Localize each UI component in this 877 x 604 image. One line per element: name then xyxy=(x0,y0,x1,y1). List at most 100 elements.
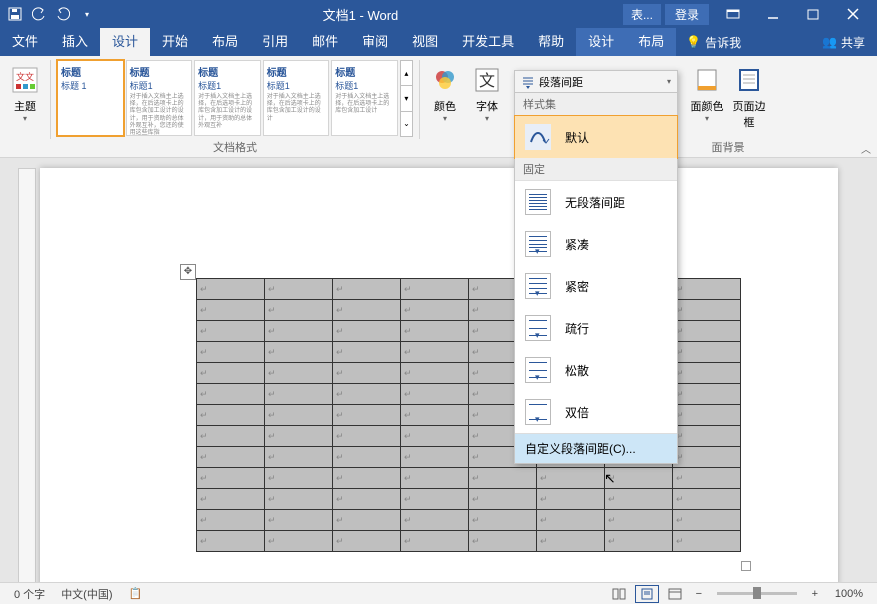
table-cell[interactable]: ↵ xyxy=(401,384,469,405)
spacing-default[interactable]: 默认 xyxy=(514,115,678,159)
table-cell[interactable]: ↵ xyxy=(469,531,537,552)
table-cell[interactable]: ↵ xyxy=(333,342,401,363)
table-cell[interactable]: ↵ xyxy=(197,342,265,363)
table-cell[interactable]: ↵ xyxy=(401,510,469,531)
style-gallery[interactable]: 标题 标题 1 标题 标题1 对于插入文档主上选择，在后选项卡上的库包含加工设计… xyxy=(57,60,413,136)
table-cell[interactable]: ↵ xyxy=(469,489,537,510)
gallery-scroll-down[interactable]: ▾ xyxy=(400,85,413,111)
table-cell[interactable]: ↵ xyxy=(673,489,741,510)
table-cell[interactable]: ↵ xyxy=(673,447,741,468)
tab-home[interactable]: 开始 xyxy=(150,28,200,56)
spacing-relaxed[interactable]: ▾ 松散 xyxy=(515,349,677,391)
gallery-scroll-up[interactable]: ▴ xyxy=(400,60,413,86)
table-cell[interactable]: ↵ xyxy=(401,489,469,510)
table-cell[interactable]: ↵ xyxy=(197,384,265,405)
table-cell[interactable]: ↵ xyxy=(401,405,469,426)
minimize-button[interactable] xyxy=(753,0,793,28)
table-cell[interactable]: ↵ xyxy=(265,405,333,426)
table-cell[interactable]: ↵ xyxy=(197,405,265,426)
spacing-double[interactable]: ▾ 双倍 xyxy=(515,391,677,433)
zoom-level[interactable]: 100% xyxy=(827,588,871,600)
table-cell[interactable]: ↵ xyxy=(197,468,265,489)
tab-view[interactable]: 视图 xyxy=(400,28,450,56)
table-cell[interactable]: ↵ xyxy=(333,426,401,447)
language-status[interactable]: 中文(中国) xyxy=(53,586,120,602)
table-cell[interactable]: ↵ xyxy=(333,363,401,384)
table-cell[interactable]: ↵ xyxy=(265,531,333,552)
table-cell[interactable]: ↵ xyxy=(537,531,605,552)
page[interactable]: ✥ ↵↵↵↵↵↵↵↵↵↵↵↵↵↵↵↵↵↵↵↵↵↵↵↵↵↵↵↵↵↵↵↵↵↵↵↵↵↵… xyxy=(40,168,838,582)
table-cell[interactable]: ↵ xyxy=(605,489,673,510)
table-cell[interactable]: ↵ xyxy=(401,447,469,468)
share-button[interactable]: 👥 共享 xyxy=(810,34,877,51)
maximize-button[interactable] xyxy=(793,0,833,28)
tab-developer[interactable]: 开发工具 xyxy=(450,28,526,56)
table-cell[interactable]: ↵ xyxy=(333,510,401,531)
view-print-layout[interactable] xyxy=(635,585,659,603)
zoom-slider-thumb[interactable] xyxy=(753,587,761,599)
tell-me-search[interactable]: 💡 告诉我 xyxy=(676,34,751,51)
word-count[interactable]: 0 个字 xyxy=(6,586,53,602)
table-cell[interactable]: ↵ xyxy=(673,363,741,384)
table-cell[interactable]: ↵ xyxy=(197,321,265,342)
table-cell[interactable]: ↵ xyxy=(401,321,469,342)
ribbon-display-options[interactable] xyxy=(713,0,753,28)
table-cell[interactable]: ↵ xyxy=(537,489,605,510)
style-set-item[interactable]: 标题 标题 1 xyxy=(57,60,124,136)
table-cell[interactable]: ↵ xyxy=(333,489,401,510)
fonts-button[interactable]: 文 字体 ▾ xyxy=(468,60,506,153)
table-cell[interactable]: ↵ xyxy=(333,300,401,321)
table-cell[interactable]: ↵ xyxy=(265,279,333,300)
table-cell[interactable]: ↵ xyxy=(673,405,741,426)
spacing-tight[interactable]: ▾ 紧密 xyxy=(515,265,677,307)
table-cell[interactable]: ↵ xyxy=(265,300,333,321)
spacing-compact[interactable]: ▾ 紧凑 xyxy=(515,223,677,265)
tab-table-layout[interactable]: 布局 xyxy=(626,28,676,56)
table-cell[interactable]: ↵ xyxy=(673,342,741,363)
tab-insert[interactable]: 插入 xyxy=(50,28,100,56)
table-cell[interactable]: ↵ xyxy=(401,300,469,321)
table-cell[interactable]: ↵ xyxy=(401,363,469,384)
table-cell[interactable]: ↵ xyxy=(469,510,537,531)
table-cell[interactable]: ↵ xyxy=(673,510,741,531)
spacing-open[interactable]: ▾ 疏行 xyxy=(515,307,677,349)
table-cell[interactable]: ↵ xyxy=(265,321,333,342)
spacing-custom[interactable]: 自定义段落间距(C)... xyxy=(515,433,677,463)
table-cell[interactable]: ↵ xyxy=(265,510,333,531)
zoom-in-button[interactable]: + xyxy=(807,588,823,600)
style-set-item[interactable]: 标题 标题1 对于插入文档主上选择，在后选项卡上的库包含加工设计的设计，用于资助… xyxy=(126,60,193,136)
table-cell[interactable]: ↵ xyxy=(197,510,265,531)
table-cell[interactable]: ↵ xyxy=(197,447,265,468)
table-cell[interactable]: ↵ xyxy=(401,468,469,489)
table-cell[interactable]: ↵ xyxy=(197,300,265,321)
gallery-expand[interactable]: ⌄ xyxy=(400,111,413,137)
table-cell[interactable]: ↵ xyxy=(265,447,333,468)
table-cell[interactable]: ↵ xyxy=(605,510,673,531)
table-cell[interactable]: ↵ xyxy=(333,384,401,405)
table-cell[interactable]: ↵ xyxy=(401,531,469,552)
close-button[interactable] xyxy=(833,0,873,28)
tab-table-design[interactable]: 设计 xyxy=(576,28,626,56)
table-cell[interactable]: ↵ xyxy=(537,468,605,489)
spacing-none[interactable]: 无段落间距 xyxy=(515,181,677,223)
table-cell[interactable]: ↵ xyxy=(673,279,741,300)
table-cell[interactable]: ↵ xyxy=(673,426,741,447)
tab-review[interactable]: 审阅 xyxy=(350,28,400,56)
table-cell[interactable]: ↵ xyxy=(333,447,401,468)
table-cell[interactable]: ↵ xyxy=(673,321,741,342)
table-cell[interactable]: ↵ xyxy=(265,363,333,384)
table-cell[interactable]: ↵ xyxy=(673,300,741,321)
table-cell[interactable]: ↵ xyxy=(333,279,401,300)
table-move-handle[interactable]: ✥ xyxy=(180,264,196,280)
table-cell[interactable]: ↵ xyxy=(333,405,401,426)
style-set-item[interactable]: 标题 标题1 对于插入文档主上选择，在后选项卡上的库包含加工设计的设计，用于资助… xyxy=(194,60,261,136)
table-cell[interactable]: ↵ xyxy=(265,426,333,447)
table-cell[interactable]: ↵ xyxy=(401,342,469,363)
view-read-mode[interactable] xyxy=(607,585,631,603)
table-cell[interactable]: ↵ xyxy=(401,279,469,300)
table-cell[interactable]: ↵ xyxy=(333,321,401,342)
table-cell[interactable]: ↵ xyxy=(673,468,741,489)
table-cell[interactable]: ↵ xyxy=(333,531,401,552)
tab-mailings[interactable]: 邮件 xyxy=(300,28,350,56)
style-set-item[interactable]: 标题 标题1 对于插入文档主上选择，在后选项卡上的库包含加工设计 xyxy=(331,60,398,136)
